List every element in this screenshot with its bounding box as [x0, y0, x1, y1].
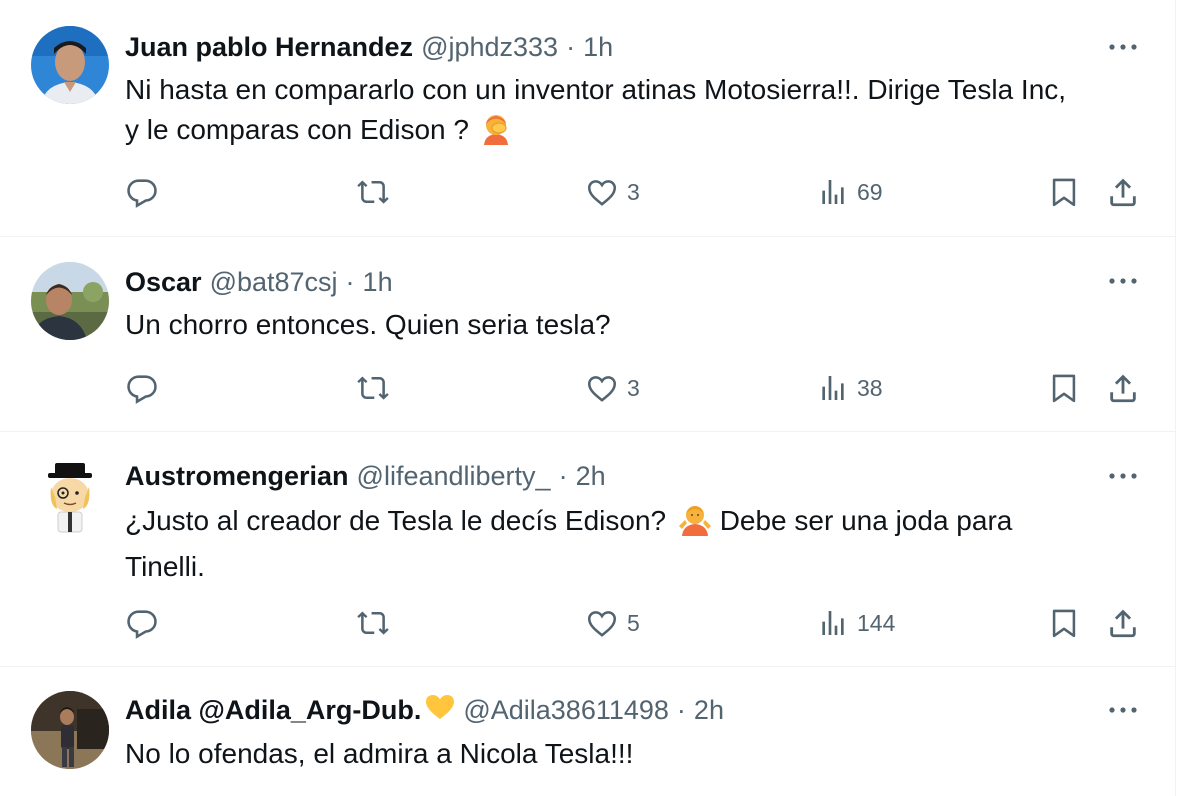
separator: · — [558, 460, 568, 491]
tweet-text: No lo ofendas, el admira a Nicola Tesla!… — [125, 734, 1145, 774]
timestamp[interactable]: 2h — [576, 461, 606, 492]
timestamp[interactable]: 1h — [583, 32, 613, 63]
share-button[interactable] — [1106, 603, 1140, 643]
like-count: 3 — [627, 178, 640, 205]
avatar[interactable] — [31, 262, 109, 340]
tweet-adila[interactable]: Adila @Adila_Arg-Dub. @Adila38611498 · 2… — [0, 667, 1175, 796]
tweet-header: Juan pablo Hernandez @jphdz333 · 1h — [125, 27, 1085, 67]
reply-icon — [127, 179, 157, 208]
bookmark-button[interactable] — [1047, 603, 1081, 643]
retweet-button[interactable] — [356, 368, 390, 408]
like-button[interactable]: 3 — [585, 172, 640, 212]
tweet-text-line: Tinelli. — [125, 551, 205, 582]
reply-feed: Juan pablo Hernandez @jphdz333 · 1h Ni h… — [0, 0, 1176, 796]
timestamp[interactable]: 2h — [694, 695, 724, 726]
retweet-icon — [357, 180, 389, 204]
author-name[interactable]: Austromengerian — [125, 461, 349, 492]
tweet-text: Un chorro entonces. Quien seria tesla? — [125, 305, 1145, 345]
separator: · — [566, 31, 576, 62]
avatar[interactable] — [31, 457, 109, 535]
tweet-austromengerian[interactable]: Austromengerian @lifeandliberty_ · 2h ¿J… — [0, 432, 1175, 667]
like-count: 3 — [627, 374, 640, 401]
author-name[interactable]: Oscar — [125, 267, 202, 298]
tweet-text: ¿Justo al creador de Tesla le decís Edis… — [125, 501, 1145, 587]
author-handle[interactable]: @Adila38611498 — [463, 695, 669, 726]
person-shrugging-emoji — [678, 504, 712, 547]
tweet-text-line: Ni hasta en compararlo con un inventor a… — [125, 74, 1067, 105]
separator: · — [676, 694, 686, 725]
views-count: 144 — [857, 609, 896, 636]
reply-button[interactable] — [125, 603, 159, 643]
tweet-header: Adila @Adila_Arg-Dub. @Adila38611498 · 2… — [125, 690, 1085, 730]
like-count: 5 — [627, 609, 640, 636]
views-icon — [822, 611, 844, 635]
retweet-button[interactable] — [356, 603, 390, 643]
more-icon[interactable] — [1107, 271, 1139, 291]
tweet-text-line: Un chorro entonces. Quien seria tesla? — [125, 309, 611, 340]
views-icon — [822, 180, 844, 204]
reply-button[interactable] — [125, 172, 159, 212]
reply-icon — [127, 375, 157, 404]
face-palm-emoji — [481, 113, 511, 156]
yellow-heart-emoji — [425, 694, 455, 727]
views-button[interactable]: 69 — [817, 172, 883, 212]
avatar[interactable] — [31, 691, 109, 769]
bookmark-button[interactable] — [1047, 368, 1081, 408]
bookmark-icon — [1052, 609, 1076, 638]
timestamp[interactable]: 1h — [363, 267, 393, 298]
like-button[interactable]: 5 — [585, 603, 640, 643]
heart-icon — [587, 180, 617, 206]
share-button[interactable] — [1106, 172, 1140, 212]
tweet-text: Ni hasta en compararlo con un inventor a… — [125, 70, 1145, 156]
tweet-text-line: y le comparas con Edison ? — [125, 110, 1145, 156]
share-icon — [1110, 609, 1136, 638]
more-icon[interactable] — [1107, 466, 1139, 486]
tweet-actions: 3 38 — [0, 368, 1175, 408]
bookmark-button[interactable] — [1047, 172, 1081, 212]
bookmark-icon — [1052, 374, 1076, 403]
bookmark-icon — [1052, 178, 1076, 207]
tweet-header: Oscar @bat87csj · 1h — [125, 262, 1085, 302]
tweet-oscar[interactable]: Oscar @bat87csj · 1h Un chorro entonces.… — [0, 237, 1175, 432]
author-handle[interactable]: @lifeandliberty_ — [357, 461, 551, 492]
reply-icon — [127, 610, 157, 639]
tweet-text-line: ¿Justo al creador de Tesla le decís Edis… — [125, 501, 1145, 547]
separator: · — [345, 266, 355, 297]
views-count: 69 — [857, 178, 883, 205]
views-button[interactable]: 144 — [817, 603, 895, 643]
more-icon[interactable] — [1107, 700, 1139, 720]
heart-icon — [587, 611, 617, 637]
views-icon — [822, 376, 844, 400]
share-icon — [1110, 374, 1136, 403]
author-name[interactable]: Juan pablo Hernandez — [125, 32, 413, 63]
author-handle[interactable]: @bat87csj — [210, 267, 338, 298]
tweet-actions: 3 69 — [0, 172, 1175, 212]
author-handle[interactable]: @jphdz333 — [421, 32, 558, 63]
tweet-header: Austromengerian @lifeandliberty_ · 2h — [125, 456, 1085, 496]
retweet-icon — [357, 611, 389, 635]
avatar[interactable] — [31, 26, 109, 104]
more-icon[interactable] — [1107, 37, 1139, 57]
like-button[interactable]: 3 — [585, 368, 640, 408]
views-count: 38 — [857, 374, 883, 401]
tweet-actions: 5 144 — [0, 603, 1175, 643]
tweet-text-line: No lo ofendas, el admira a Nicola Tesla!… — [125, 738, 634, 769]
share-button[interactable] — [1106, 368, 1140, 408]
author-name[interactable]: Adila @Adila_Arg-Dub. — [125, 695, 421, 726]
share-icon — [1110, 178, 1136, 207]
retweet-button[interactable] — [356, 172, 390, 212]
retweet-icon — [357, 376, 389, 400]
heart-icon — [587, 376, 617, 402]
views-button[interactable]: 38 — [817, 368, 883, 408]
reply-button[interactable] — [125, 368, 159, 408]
tweet-juan-pablo[interactable]: Juan pablo Hernandez @jphdz333 · 1h Ni h… — [0, 0, 1175, 237]
